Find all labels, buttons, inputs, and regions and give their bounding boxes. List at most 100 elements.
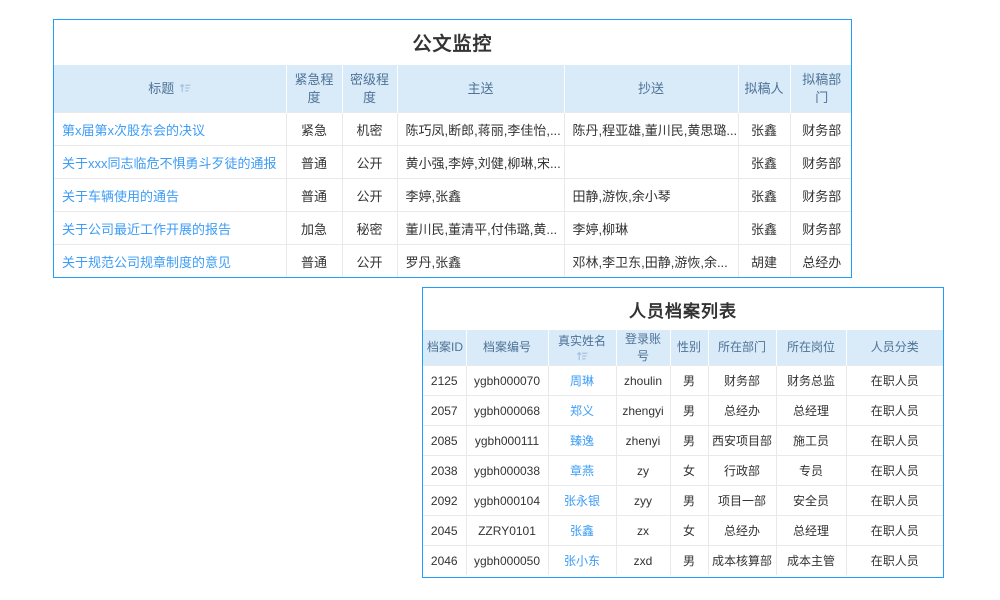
real-name-link[interactable]: 张小东 — [564, 554, 600, 568]
cell-drafter: 张鑫 — [738, 179, 790, 212]
cell-category: 在职人员 — [846, 486, 943, 516]
cell-position: 总经理 — [776, 396, 846, 426]
col-header-login-account: 登录账号 — [616, 330, 670, 366]
col-header-archive-id: 档案ID — [423, 330, 466, 366]
col-header-drafter: 拟稿人 — [738, 65, 790, 113]
cell-title: 第x届第x次股东会的决议 — [54, 113, 286, 146]
cell-cc: 田静,游恢,余小琴 — [564, 179, 738, 212]
cell-login-account: zy — [616, 456, 670, 486]
title-link[interactable]: 关于xxx同志临危不惧勇斗歹徒的通报 — [62, 156, 277, 171]
cell-drafter: 胡建 — [738, 245, 790, 278]
cell-urgency: 紧急 — [286, 113, 342, 146]
cell-login-account: zhoulin — [616, 366, 670, 396]
cell-archive-no: ygbh000070 — [466, 366, 548, 396]
cell-secrecy: 机密 — [342, 113, 397, 146]
title-link[interactable]: 关于车辆使用的通告 — [62, 189, 179, 204]
cell-drafter: 张鑫 — [738, 113, 790, 146]
cell-cc: 李婷,柳琳 — [564, 212, 738, 245]
title-link[interactable]: 关于规范公司规章制度的意见 — [62, 255, 231, 270]
cell-archive-id: 2085 — [423, 426, 466, 456]
cell-archive-id: 2038 — [423, 456, 466, 486]
cell-real-name: 张鑫 — [548, 516, 616, 546]
cell-gender: 女 — [670, 456, 708, 486]
cell-gender: 男 — [670, 546, 708, 576]
cell-archive-id: 2125 — [423, 366, 466, 396]
cell-login-account: zyy — [616, 486, 670, 516]
cell-urgency: 加急 — [286, 212, 342, 245]
real-name-link[interactable]: 臻逸 — [570, 434, 594, 448]
personnel-archive-grid: 档案ID 档案编号 真实姓名 登录账号 性别 所在部门 所在岗位 人员分类 21… — [423, 330, 943, 575]
cell-real-name: 臻逸 — [548, 426, 616, 456]
cell-cc: 邓林,李卫东,田静,游恢,余... — [564, 245, 738, 278]
cell-position: 安全员 — [776, 486, 846, 516]
cell-secrecy: 秘密 — [342, 212, 397, 245]
table-row: 2046ygbh000050张小东zxd男成本核算部成本主管在职人员 — [423, 546, 943, 576]
cell-gender: 男 — [670, 396, 708, 426]
cell-urgency: 普通 — [286, 146, 342, 179]
cell-position: 专员 — [776, 456, 846, 486]
cell-main-send: 李婷,张鑫 — [397, 179, 564, 212]
col-header-cc: 抄送 — [564, 65, 738, 113]
cell-real-name: 周琳 — [548, 366, 616, 396]
col-header-real-name-label: 真实姓名 — [558, 333, 606, 349]
cell-gender: 女 — [670, 516, 708, 546]
sort-amount-icon[interactable] — [179, 82, 191, 94]
real-name-link[interactable]: 张鑫 — [570, 524, 594, 538]
cell-department: 西安项目部 — [708, 426, 776, 456]
cell-category: 在职人员 — [846, 396, 943, 426]
cell-category: 在职人员 — [846, 426, 943, 456]
cell-gender: 男 — [670, 426, 708, 456]
table-row: 关于xxx同志临危不惧勇斗歹徒的通报普通公开黄小强,李婷,刘健,柳琳,宋...张… — [54, 146, 852, 179]
cell-department: 财务部 — [708, 366, 776, 396]
real-name-link[interactable]: 张永银 — [564, 494, 600, 508]
cell-draft-dept: 总经办 — [790, 245, 852, 278]
table-row: 关于公司最近工作开展的报告 加急秘密董川民,董清平,付伟璐,黄...李婷,柳琳张鑫… — [54, 212, 852, 245]
personnel-archive-title: 人员档案列表 — [423, 288, 943, 330]
cell-gender: 男 — [670, 486, 708, 516]
cell-archive-no: ygbh000050 — [466, 546, 548, 576]
cell-draft-dept: 财务部 — [790, 212, 852, 245]
cell-main-send: 董川民,董清平,付伟璐,黄... — [397, 212, 564, 245]
cell-cc: 陈丹,程亚雄,董川民,黄思璐... — [564, 113, 738, 146]
real-name-link[interactable]: 郑义 — [570, 404, 594, 418]
col-header-real-name[interactable]: 真实姓名 — [548, 330, 616, 366]
table-row: 2038ygbh000038章燕zy女行政部专员在职人员 — [423, 456, 943, 486]
cell-department: 项目一部 — [708, 486, 776, 516]
cell-category: 在职人员 — [846, 456, 943, 486]
document-monitor-grid: 标题 紧急程度 密级程度 主送 抄送 拟稿人 拟稿部门 第x届第x次股东会的决议… — [54, 65, 852, 277]
document-monitor-title: 公文监控 — [54, 20, 851, 65]
cell-real-name: 章燕 — [548, 456, 616, 486]
real-name-link[interactable]: 章燕 — [570, 464, 594, 478]
cell-draft-dept: 财务部 — [790, 146, 852, 179]
cell-archive-id: 2057 — [423, 396, 466, 426]
col-header-main-send: 主送 — [397, 65, 564, 113]
cell-real-name: 张永银 — [548, 486, 616, 516]
cell-title: 关于车辆使用的通告 — [54, 179, 286, 212]
cell-category: 在职人员 — [846, 366, 943, 396]
cell-archive-no: ygbh000111 — [466, 426, 548, 456]
cell-department: 行政部 — [708, 456, 776, 486]
title-link[interactable]: 关于公司最近工作开展的报告 — [62, 222, 231, 237]
cell-position: 成本主管 — [776, 546, 846, 576]
cell-position: 财务总监 — [776, 366, 846, 396]
cell-department: 总经办 — [708, 396, 776, 426]
col-header-draft-dept: 拟稿部门 — [790, 65, 852, 113]
col-header-title-label: 标题 — [148, 80, 174, 98]
cell-archive-no: ygbh000104 — [466, 486, 548, 516]
cell-secrecy: 公开 — [342, 179, 397, 212]
table-row: 关于车辆使用的通告普通公开李婷,张鑫田静,游恢,余小琴张鑫财务部 — [54, 179, 852, 212]
table-row: 2085ygbh000111臻逸zhenyi男西安项目部施工员在职人员 — [423, 426, 943, 456]
cell-position: 总经理 — [776, 516, 846, 546]
cell-title: 关于规范公司规章制度的意见 — [54, 245, 286, 278]
table-row: 2125ygbh000070周琳zhoulin男财务部财务总监在职人员 — [423, 366, 943, 396]
cell-archive-id: 2046 — [423, 546, 466, 576]
real-name-link[interactable]: 周琳 — [570, 374, 594, 388]
cell-drafter: 张鑫 — [738, 212, 790, 245]
col-header-archive-no: 档案编号 — [466, 330, 548, 366]
cell-login-account: zx — [616, 516, 670, 546]
sort-amount-icon[interactable] — [576, 350, 588, 362]
col-header-title[interactable]: 标题 — [54, 65, 286, 113]
title-link[interactable]: 第x届第x次股东会的决议 — [62, 123, 205, 138]
cell-urgency: 普通 — [286, 179, 342, 212]
cell-title: 关于xxx同志临危不惧勇斗歹徒的通报 — [54, 146, 286, 179]
